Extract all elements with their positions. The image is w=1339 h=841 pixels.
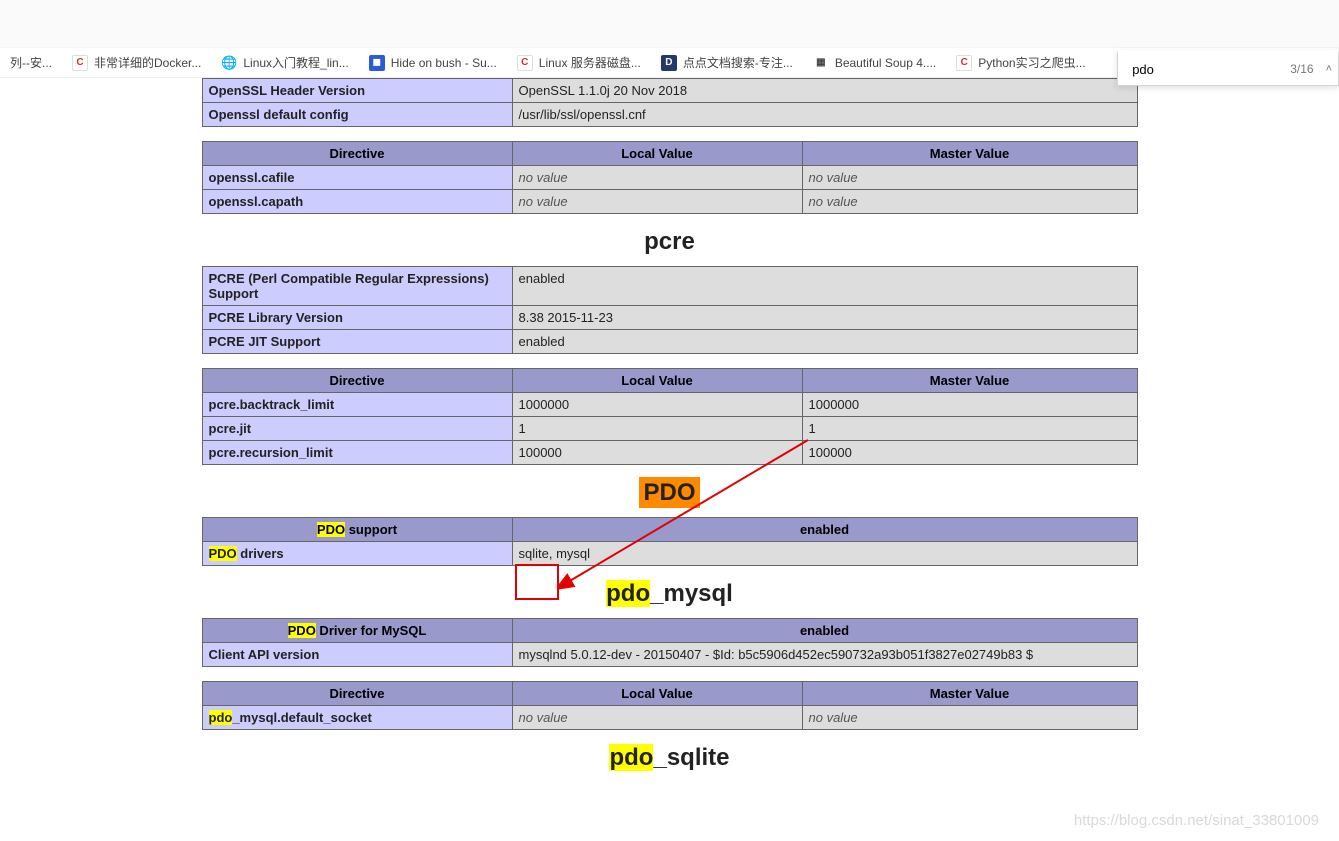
- cell-key: Openssl default config: [202, 103, 512, 127]
- pdo-mysql-directives-table: Directive Local Value Master Value pdo_m…: [202, 681, 1138, 730]
- openssl-info-table: OpenSSL Header VersionOpenSSL 1.1.0j 20 …: [202, 78, 1138, 127]
- bookmark-3[interactable]: ◼Hide on bush - Su...: [359, 48, 507, 78]
- table-row: pcre.recursion_limit100000100000: [202, 441, 1137, 465]
- bookmark-7[interactable]: CPython实习之爬虫...: [946, 48, 1095, 78]
- table-row: pcre.backtrack_limit10000001000000: [202, 393, 1137, 417]
- col-header: Local Value: [512, 142, 802, 166]
- bookmark-4[interactable]: CLinux 服务器磁盘...: [507, 48, 651, 78]
- col-header: enabled: [512, 619, 1137, 643]
- table-header-row: Directive Local Value Master Value: [202, 142, 1137, 166]
- table-header-row: Directive Local Value Master Value: [202, 369, 1137, 393]
- pdo-sqlite-heading: pdo_sqlite: [202, 744, 1138, 772]
- col-header: enabled: [512, 518, 1137, 542]
- table-row: PCRE (Perl Compatible Regular Expression…: [202, 267, 1137, 306]
- pdo-table: PDO support enabled PDO drivers sqlite, …: [202, 517, 1138, 566]
- pdo-mysql-table: PDO Driver for MySQL enabled Client API …: [202, 618, 1138, 667]
- pcre-heading: pcre: [202, 228, 1138, 256]
- openssl-directives-table: Directive Local Value Master Value opens…: [202, 141, 1138, 214]
- pcre-directives-table: Directive Local Value Master Value pcre.…: [202, 368, 1138, 465]
- col-header: Directive: [202, 682, 512, 706]
- browser-chrome-spacer: [0, 0, 1339, 48]
- col-header: Local Value: [512, 682, 802, 706]
- table-row: PCRE JIT Supportenabled: [202, 330, 1137, 354]
- col-header: PDO Driver for MySQL: [202, 619, 512, 643]
- csdn-icon: C: [517, 55, 533, 71]
- d-icon: D: [661, 55, 677, 71]
- col-header: PDO support: [202, 518, 512, 542]
- col-header: Master Value: [802, 369, 1137, 393]
- find-prev-button[interactable]: ˄: [1324, 63, 1334, 75]
- pdo-drivers-cell: sqlite, mysql: [512, 542, 1137, 566]
- csdn-icon: C: [956, 55, 972, 71]
- blue-icon: ◼: [369, 55, 385, 71]
- pcre-info-table: PCRE (Perl Compatible Regular Expression…: [202, 266, 1138, 354]
- col-header: Master Value: [802, 142, 1137, 166]
- bookmark-5[interactable]: D点点文档搜索-专注...: [651, 48, 803, 78]
- find-input[interactable]: [1130, 61, 1280, 78]
- cell-val: OpenSSL 1.1.0j 20 Nov 2018: [512, 79, 1137, 103]
- bs-icon: ▦: [813, 55, 829, 71]
- bookmark-1[interactable]: C非常详细的Docker...: [62, 48, 211, 78]
- bookmark-6[interactable]: ▦Beautiful Soup 4....: [803, 48, 946, 78]
- table-header-row: Directive Local Value Master Value: [202, 682, 1137, 706]
- table-row: openssl.cafileno valueno value: [202, 166, 1137, 190]
- table-row: pcre.jit11: [202, 417, 1137, 441]
- cell-val: /usr/lib/ssl/openssl.cnf: [512, 103, 1137, 127]
- table-row: PDO drivers sqlite, mysql: [202, 542, 1137, 566]
- watermark: https://blog.csdn.net/sinat_33801009: [1074, 812, 1319, 829]
- table-row: pdo_mysql.default_socket no value no val…: [202, 706, 1137, 730]
- table-header-row: PDO Driver for MySQL enabled: [202, 619, 1137, 643]
- table-row: openssl.capathno valueno value: [202, 190, 1137, 214]
- table-row: PCRE Library Version8.38 2015-11-23: [202, 306, 1137, 330]
- bookmark-2[interactable]: 🌐Linux入门教程_lin...: [211, 48, 358, 78]
- csdn-icon: C: [72, 55, 88, 71]
- bookmark-0[interactable]: 列--安...: [0, 48, 62, 78]
- cell-key: OpenSSL Header Version: [202, 79, 512, 103]
- find-in-page-bar: 3/16 ˄: [1117, 50, 1339, 86]
- pdo-heading: PDO: [202, 479, 1138, 507]
- col-header: Local Value: [512, 369, 802, 393]
- table-header-row: PDO support enabled: [202, 518, 1137, 542]
- col-header: Master Value: [802, 682, 1137, 706]
- table-row: Client API versionmysqlnd 5.0.12-dev - 2…: [202, 643, 1137, 667]
- pdo-mysql-heading: pdo_mysql: [202, 580, 1138, 608]
- globe-icon: 🌐: [221, 55, 237, 71]
- col-header: Directive: [202, 142, 512, 166]
- find-count: 3/16: [1290, 62, 1313, 76]
- table-row: OpenSSL Header VersionOpenSSL 1.1.0j 20 …: [202, 79, 1137, 103]
- col-header: Directive: [202, 369, 512, 393]
- table-row: Openssl default config/usr/lib/ssl/opens…: [202, 103, 1137, 127]
- phpinfo-content: OpenSSL Header VersionOpenSSL 1.1.0j 20 …: [202, 78, 1138, 772]
